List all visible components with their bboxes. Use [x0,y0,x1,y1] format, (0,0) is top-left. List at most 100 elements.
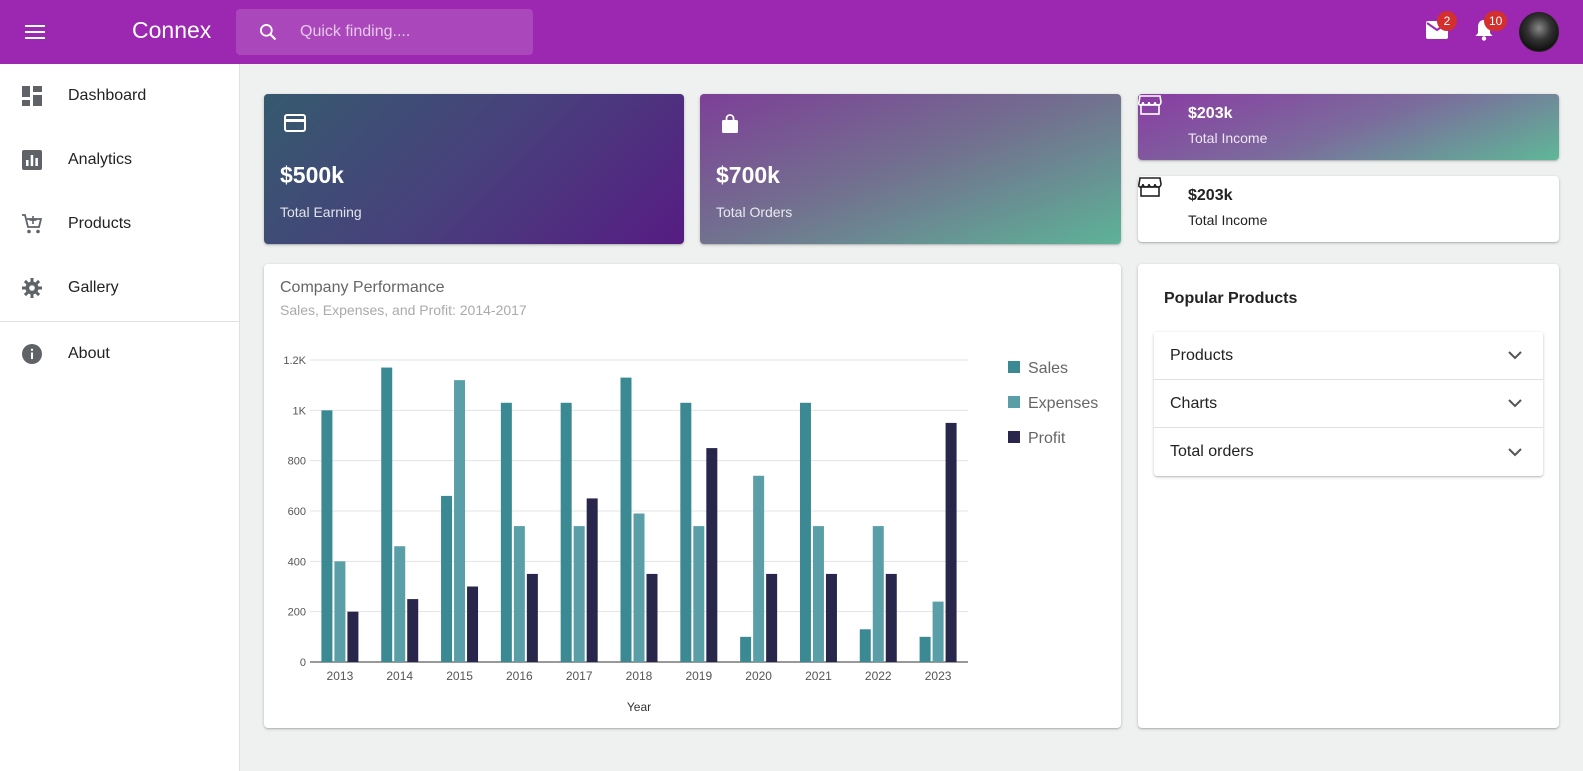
bar-expenses [334,561,346,662]
sidebar-item-gallery[interactable]: Gallery [0,256,239,320]
sidebar-item-label: Dashboard [68,87,147,104]
bar-expenses [693,526,705,662]
x-tick-label: 2022 [865,669,892,683]
bar-expenses [513,526,525,662]
x-tick-label: 2018 [626,669,653,683]
accordion-item-products[interactable]: Products [1154,332,1543,380]
bar-expenses [633,513,645,662]
x-tick-label: 2015 [446,669,473,683]
x-tick-label: 2014 [386,669,413,683]
sidebar-item-label: Products [68,215,132,232]
bar-sales [381,367,393,662]
bar-expenses [454,380,466,662]
y-tick-label: 600 [288,506,306,518]
stat-value: $203k [1188,187,1233,204]
bar-profit [646,573,658,662]
top-app-bar: Connex 2 10 [0,0,1583,64]
accordion-item-total-orders[interactable]: Total orders [1154,428,1543,476]
x-tick-label: 2023 [925,669,952,683]
sidebar-item-label: About [68,345,110,362]
stat-label: Total Income [1188,212,1268,228]
legend-swatch [1008,431,1020,443]
notifications-button[interactable]: 10 [1472,11,1508,44]
legend-label: Profit [1028,430,1066,447]
bar-profit [586,498,598,662]
stat-label: Total Income [1188,130,1268,146]
search-input[interactable] [300,23,520,41]
bar-profit [766,573,778,662]
bar-profit [945,422,957,662]
popular-products-title: Popular Products [1164,290,1298,307]
stat-label: Total Earning [280,204,362,220]
total-orders-card: $700k Total Orders [700,94,1121,244]
search-box[interactable] [236,9,533,55]
analytics-icon [20,148,44,172]
bar-expenses [394,546,406,662]
bar-expenses [753,475,765,662]
accordion-item-charts[interactable]: Charts [1154,380,1543,428]
notifications-badge: 10 [1484,11,1508,31]
store-icon [1138,176,1162,200]
y-tick-label: 400 [288,556,306,568]
stat-value: $700k [716,162,780,188]
chevron-down-icon [1503,344,1527,368]
y-tick-label: 0 [300,657,306,669]
sidebar: Dashboard Analytics Products Gallery Abo… [0,64,240,771]
chevron-down-icon [1503,440,1527,464]
dashboard-icon [20,84,44,108]
bar-profit [885,573,897,662]
app-title: Connex [132,17,212,43]
bar-sales [859,629,871,662]
bar-profit [407,599,419,662]
bar-expenses [872,526,884,662]
bar-sales [799,402,811,662]
legend-label: Expenses [1028,395,1098,412]
legend-swatch [1008,361,1020,373]
bar-profit [347,611,359,662]
sidebar-item-analytics[interactable]: Analytics [0,128,239,192]
total-income-card: $203k Total Income [1138,176,1559,242]
sidebar-item-about[interactable]: About [0,322,239,386]
x-tick-label: 2016 [506,669,533,683]
store-icon [1138,94,1162,118]
accordion-label: Products [1170,346,1234,364]
mail-badge: 2 [1437,11,1457,31]
mail-button[interactable]: 2 [1425,11,1457,44]
y-tick-label: 200 [288,607,306,619]
bar-sales [620,377,632,662]
stat-value: $500k [280,162,344,188]
bar-sales [500,402,512,662]
chevron-down-icon [1503,392,1527,416]
sidebar-item-products[interactable]: Products [0,192,239,256]
popular-products-accordion: Products Charts Total orders [1154,332,1543,476]
bar-expenses [573,526,585,662]
bar-expenses [932,601,944,662]
accordion-label: Charts [1170,394,1218,412]
popular-products-card: Popular Products Products Charts Total o… [1138,264,1559,728]
x-tick-label: 2021 [805,669,832,683]
bar-sales [441,495,453,662]
cart-icon [20,212,44,236]
x-axis-label: Year [627,700,651,714]
x-tick-label: 2020 [745,669,772,683]
total-income-card: $203k Total Income [1138,94,1559,160]
legend-label: Sales [1028,360,1068,377]
y-tick-label: 800 [288,456,306,468]
company-performance-card: Company Performance Sales, Expenses, and… [264,264,1121,728]
stat-value: $203k [1188,105,1233,122]
info-icon [20,342,44,366]
sidebar-item-label: Analytics [68,151,133,168]
bar-profit [706,448,718,662]
sidebar-item-dashboard[interactable]: Dashboard [0,64,239,128]
bar-profit [467,586,479,662]
x-tick-label: 2019 [685,669,712,683]
gear-icon [20,276,44,300]
x-tick-label: 2013 [327,669,354,683]
bar-sales [680,402,692,662]
x-tick-label: 2017 [566,669,593,683]
shopping-bag-icon [720,114,744,138]
menu-icon[interactable] [20,20,50,44]
bar-sales [560,402,572,662]
avatar[interactable] [1519,12,1559,52]
bar-profit [825,573,837,662]
